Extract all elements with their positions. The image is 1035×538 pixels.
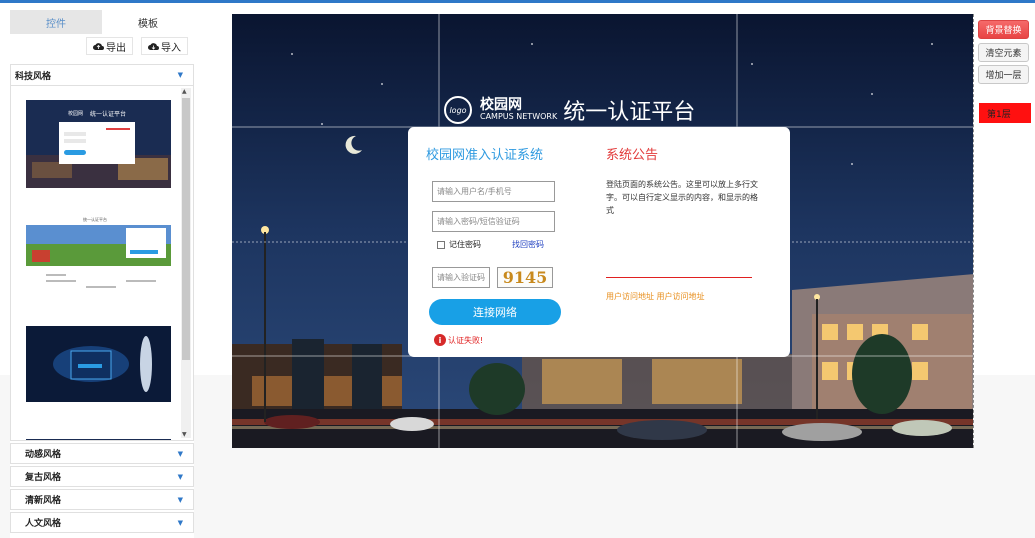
template-thumbnail-2[interactable]: 统一认证平台 [26, 214, 171, 302]
panel-tabs: 控件 模板 [10, 10, 194, 34]
password-input[interactable]: 请输入密码/短信验证码 [432, 211, 555, 232]
forgot-password-link[interactable]: 找回密码 [512, 239, 544, 250]
scroll-down-icon[interactable]: ▼ [182, 431, 187, 438]
remember-password[interactable]: 记住密码 [437, 239, 481, 250]
chevron-down-icon: ▼ [177, 449, 183, 458]
section-label: 动感风格 [25, 450, 62, 460]
section-dynamic-style[interactable]: 动感风格 ▼ [10, 443, 194, 464]
import-button[interactable]: 导入 [141, 37, 188, 55]
import-export-row: 导出 导入 [10, 34, 194, 58]
notice-title: 系统公告 [606, 148, 659, 163]
platform-title: 统一认证平台 [563, 100, 696, 125]
clear-elements-button[interactable]: 清空元素 [978, 43, 1029, 62]
connect-network-button[interactable]: 连接网络 [429, 299, 561, 325]
thumb-title: 统一认证平台 [83, 216, 107, 222]
remember-checkbox[interactable] [437, 240, 445, 249]
replace-background-button[interactable]: 背景替换 [978, 20, 1029, 39]
left-panel: 控件 模板 导出 导入 科技风格 ▼ 校园网 统一认证平台 统一认证平台 ▲ ▼… [10, 10, 194, 538]
cloud-icon [93, 42, 104, 50]
section-humanity-style[interactable]: 人文风格 ▼ [10, 512, 194, 533]
import-label: 导入 [161, 42, 181, 54]
login-form-title: 校园网准入认证系统 [426, 148, 544, 163]
auth-error-text: 认证失败! [448, 335, 484, 345]
section-label: 清新风格 [25, 496, 62, 506]
template-thumbnail-1[interactable]: 校园网 统一认证平台 [26, 100, 171, 188]
section-label: 复古风格 [25, 473, 62, 483]
chevron-down-icon: ▼ [177, 472, 183, 481]
remember-label: 记住密码 [449, 240, 481, 249]
captcha-input[interactable]: 请输入验证码 [432, 267, 490, 288]
top-accent-line [0, 0, 1035, 3]
thumb-logo: 校园网 [68, 110, 83, 117]
section-retro-style[interactable]: 复古风格 ▼ [10, 466, 194, 487]
notice-divider [606, 277, 752, 278]
chevron-down-icon: ▼ [177, 71, 183, 79]
thumb-title: 统一认证平台 [90, 110, 126, 118]
logo-en: CAMPUS NETWORK [480, 112, 558, 122]
section-label: 人文风格 [25, 519, 62, 529]
section-label: 科技风格 [15, 71, 52, 82]
scroll-up-icon[interactable]: ▲ [182, 88, 187, 95]
captcha-image[interactable]: 9145 [497, 267, 553, 288]
chevron-down-icon: ▼ [177, 495, 183, 504]
section-tech-style[interactable]: 科技风格 ▼ [10, 64, 194, 85]
section-fresh-style[interactable]: 清新风格 ▼ [10, 489, 194, 510]
template-scrollbar[interactable]: ▲ ▼ [181, 88, 191, 438]
chevron-down-icon: ▼ [177, 518, 183, 527]
design-canvas[interactable]: logo 校园网 CAMPUS NETWORK 统一认证平台 校园网准入认证系统… [232, 14, 974, 448]
template-list: 校园网 统一认证平台 统一认证平台 ▲ ▼ [10, 85, 194, 441]
layer-1-item[interactable]: 第1层 [979, 103, 1031, 123]
export-button[interactable]: 导出 [86, 37, 133, 55]
export-label: 导出 [106, 42, 126, 54]
error-icon: i [434, 334, 446, 346]
cloud-icon [148, 42, 159, 50]
username-input[interactable]: 请输入用户名/手机号 [432, 181, 555, 202]
login-header: logo 校园网 CAMPUS NETWORK 统一认证平台 [444, 94, 695, 126]
user-access-link[interactable]: 用户访问地址 用户访问地址 [606, 291, 705, 302]
tab-controls[interactable]: 控件 [10, 10, 102, 34]
auth-error: i 认证失败! [434, 334, 483, 346]
scrollbar-thumb[interactable] [182, 98, 190, 360]
logo-text: 校园网 CAMPUS NETWORK [480, 96, 558, 122]
template-thumbnail-4[interactable] [26, 439, 171, 440]
logo-badge-text: logo [449, 105, 467, 115]
tab-templates[interactable]: 模板 [102, 10, 194, 34]
logo-cn: 校园网 [480, 96, 522, 113]
template-thumbnail-3[interactable] [26, 326, 171, 402]
login-card: 校园网准入认证系统 请输入用户名/手机号 请输入密码/短信验证码 记住密码 找回… [408, 127, 790, 357]
add-layer-button[interactable]: 增加一层 [978, 65, 1029, 84]
section-list: 动感风格 ▼ 复古风格 ▼ 清新风格 ▼ 人文风格 ▼ [10, 443, 194, 533]
campus-logo-icon: logo [444, 96, 472, 124]
notice-body: 登陆页面的系统公告。这里可以放上多行文字。可以自行定义显示的内容，和显示的格式 [606, 180, 758, 215]
